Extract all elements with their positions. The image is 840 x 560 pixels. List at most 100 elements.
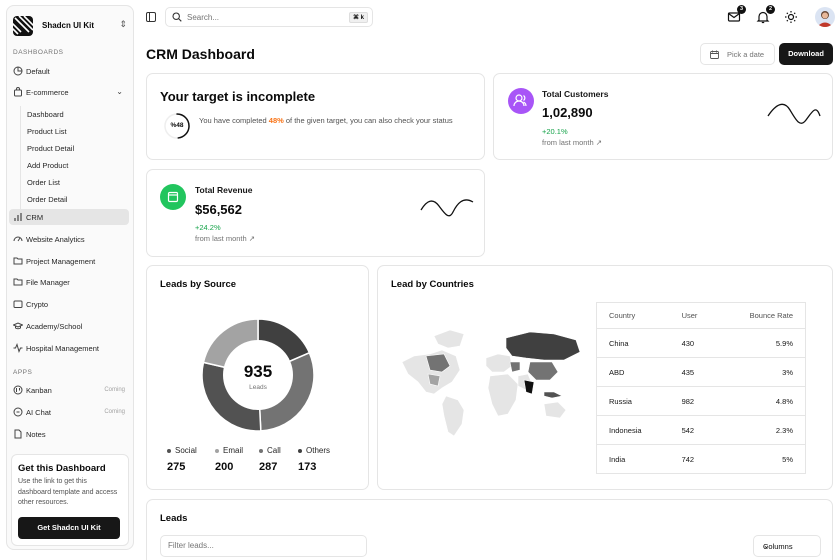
theme-toggle-button[interactable]: [784, 10, 798, 24]
legend-dot: [167, 449, 171, 453]
wallet-icon: [160, 184, 186, 210]
countries-title: Lead by Countries: [391, 279, 474, 290]
search-input[interactable]: Search... ⌘ k: [165, 7, 373, 27]
brand-name: Shadcn UI Kit: [42, 21, 95, 30]
sidebar-item-label: Website Analytics: [26, 235, 85, 244]
sidebar-item-notes[interactable]: Notes: [9, 426, 129, 442]
target-percent: 48%: [268, 116, 284, 125]
leads-card: Leads Columns ⌄: [146, 499, 833, 560]
cell-country: India: [596, 444, 670, 474]
cell-country: Indonesia: [596, 415, 670, 445]
customers-card: Total Customers 1,02,890 +20.1% from las…: [493, 73, 833, 160]
cell-user: 435: [669, 357, 715, 387]
legend-dot: [298, 449, 302, 453]
page-title: CRM Dashboard: [146, 46, 255, 62]
mail-badge: 3: [737, 5, 746, 14]
cell-bounce: 5%: [714, 444, 806, 474]
sidebar-item-hospital[interactable]: Hospital Management: [9, 340, 129, 356]
sidebar-subitem-order-list[interactable]: Order List: [27, 178, 60, 187]
table-row: India 742 5%: [596, 444, 806, 474]
brand-logo-icon: [13, 16, 33, 36]
column-header-country: Country: [596, 302, 670, 329]
leads-title: Leads: [160, 513, 188, 524]
sidebar-item-project-management[interactable]: Project Management: [9, 253, 129, 269]
target-card: Your target is incomplete %48 You have c…: [146, 73, 485, 160]
table-row: ABD 435 3%: [596, 357, 806, 387]
get-kit-button[interactable]: Get Shadcn UI Kit: [18, 517, 120, 539]
promo-card: Get this Dashboard Use the link to get t…: [11, 454, 129, 546]
columns-button[interactable]: Columns ⌄: [753, 535, 821, 557]
cell-user: 542: [669, 415, 715, 445]
sidebar-subitem-product-list[interactable]: Product List: [27, 127, 67, 136]
activity-icon: [13, 343, 23, 353]
sidebar-item-file-manager[interactable]: File Manager: [9, 274, 129, 290]
avatar[interactable]: [815, 7, 835, 27]
lead-by-countries-card: Lead by Countries Country User Bounce Ra…: [377, 265, 833, 490]
column-header-bounce-rate: Bounce Rate: [714, 302, 806, 329]
sidebar-subitem-product-detail[interactable]: Product Detail: [27, 144, 74, 153]
folder-icon: [13, 278, 23, 286]
promo-text: Use the link to get this dashboard templ…: [18, 478, 118, 506]
sidebar-subitem-dashboard[interactable]: Dashboard: [27, 110, 64, 119]
table-row: Russia 982 4.8%: [596, 386, 806, 416]
table-row: China 430 5.9%: [596, 328, 806, 358]
notifications-badge: 2: [766, 5, 775, 14]
message-circle-icon: [13, 407, 23, 417]
customers-value: 1,02,890: [542, 105, 593, 120]
leads-by-source-card: Leads by Source 935 Leads Social 275 Ema…: [146, 265, 369, 490]
customers-label: Total Customers: [542, 89, 609, 99]
wallet-icon: [13, 300, 23, 308]
shopping-bag-icon: [14, 87, 22, 97]
promo-title: Get this Dashboard: [18, 463, 106, 474]
file-text-icon: [14, 429, 22, 439]
sidebar-item-crm[interactable]: CRM: [9, 209, 129, 225]
sidebar-subitem-order-detail[interactable]: Order Detail: [27, 195, 67, 204]
cell-user: 982: [669, 386, 715, 416]
sidebar-item-default[interactable]: Default: [9, 63, 129, 79]
pie-chart-icon: [13, 66, 23, 76]
sidebar-item-kanban[interactable]: Kanban Coming: [9, 382, 129, 398]
leads-source-title: Leads by Source: [160, 279, 237, 290]
cell-user: 430: [669, 328, 715, 358]
chevron-down-icon: ⌄: [116, 87, 123, 96]
download-button[interactable]: Download: [779, 43, 833, 65]
search-placeholder: Search...: [187, 13, 220, 22]
sidebar-item-ecommerce[interactable]: E-commerce ⌄: [9, 84, 129, 100]
brand-switcher[interactable]: Shadcn UI Kit ⇕: [13, 13, 131, 39]
graduation-cap-icon: [13, 322, 23, 330]
sidebar-toggle-icon[interactable]: [146, 12, 156, 22]
sidebar-item-label: Kanban: [26, 386, 52, 395]
customers-change-note: from last month ↗: [542, 138, 603, 147]
filter-leads-field[interactable]: [160, 535, 367, 557]
customers-sparkline: [767, 103, 821, 124]
sidebar-subitem-add-product[interactable]: Add Product: [27, 161, 68, 170]
cell-bounce: 3%: [714, 357, 806, 387]
sidebar-item-ai-chat[interactable]: AI Chat Coming: [9, 404, 129, 420]
notifications-button[interactable]: 2: [756, 5, 775, 24]
gauge-icon: [13, 236, 23, 242]
coming-badge: Coming: [104, 387, 125, 393]
sidebar-item-label: AI Chat: [26, 408, 52, 417]
sidebar-item-label: Academy/School: [26, 322, 83, 331]
sidebar-item-label: Crypto: [26, 300, 49, 309]
revenue-label: Total Revenue: [195, 185, 253, 195]
sidebar-item-academy[interactable]: Academy/School: [9, 318, 129, 334]
sidebar-item-website-analytics[interactable]: Website Analytics: [9, 231, 129, 247]
date-picker-label: Pick a date: [727, 50, 765, 59]
mail-button[interactable]: 3: [727, 5, 746, 24]
coming-badge: Coming: [104, 409, 125, 415]
revenue-value: $56,562: [195, 202, 242, 217]
column-header-user: User: [669, 302, 715, 329]
chevron-down-icon: ⌄: [763, 541, 770, 550]
legend-dot: [259, 449, 263, 453]
target-progress-ring: %48: [163, 112, 191, 140]
target-description: You have completed 48% of the given targ…: [199, 116, 453, 125]
target-ring-label: %48: [170, 122, 184, 129]
revenue-sparkline: [420, 199, 474, 217]
sidebar-item-crypto[interactable]: Crypto: [9, 296, 129, 312]
filter-leads-input[interactable]: [168, 541, 358, 550]
cell-bounce: 4.8%: [714, 386, 806, 416]
date-picker-button[interactable]: Pick a date: [700, 43, 775, 65]
folder-check-icon: [13, 257, 23, 265]
sidebar-item-label: Notes: [26, 430, 46, 439]
